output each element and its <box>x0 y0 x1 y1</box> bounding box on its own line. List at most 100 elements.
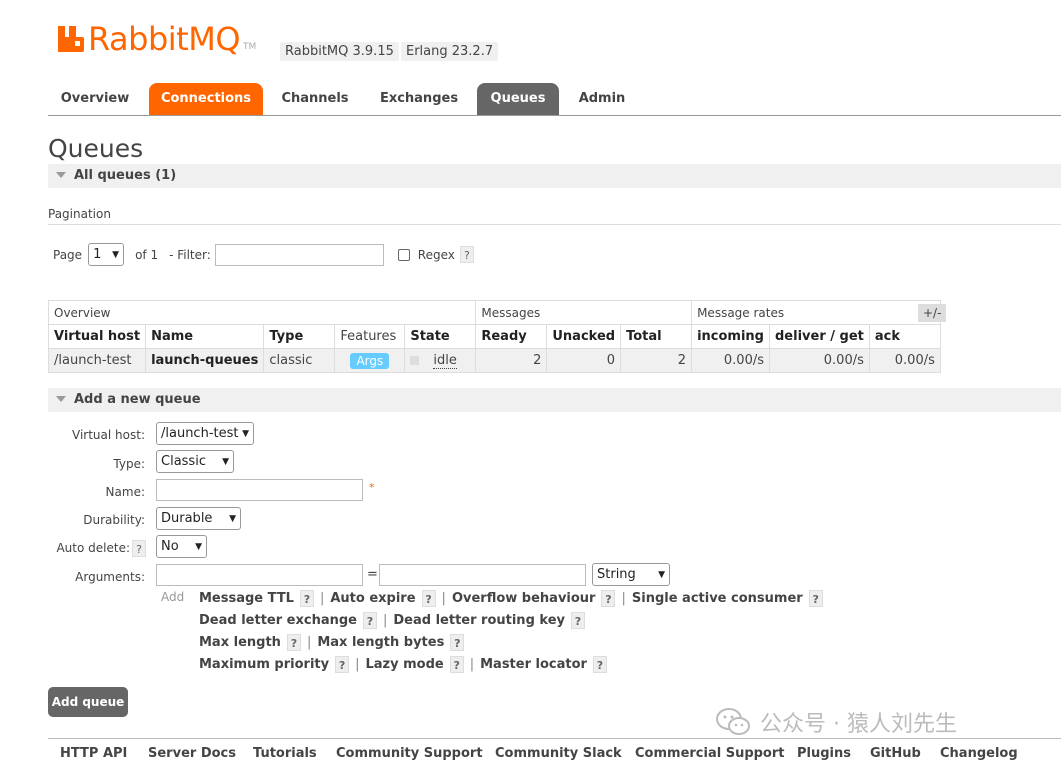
cell-state: idle <box>433 353 457 369</box>
durability-select[interactable]: Durable ▼ <box>156 507 241 530</box>
regex-checkbox[interactable] <box>397 248 410 261</box>
argument-type-select[interactable]: String ▼ <box>592 563 670 586</box>
help-icon[interactable]: ? <box>601 590 616 607</box>
arg-auto-expire[interactable]: Auto expire <box>330 591 415 606</box>
tab-connections[interactable]: Connections <box>149 83 263 115</box>
all-queues-label: All queues (1) <box>74 168 177 183</box>
cell-unacked: 0 <box>546 348 622 373</box>
logo-trademark: TM <box>243 42 257 52</box>
auto-delete-label: Auto delete: <box>56 541 130 555</box>
help-icon[interactable]: ? <box>286 634 301 651</box>
add-queue-toggle[interactable]: Add a new queue <box>48 388 1061 412</box>
queue-name-link[interactable]: launch-queues <box>145 348 265 373</box>
footer-link-community-support[interactable]: Community Support <box>336 746 483 761</box>
arg-message-ttl[interactable]: Message TTL <box>199 591 294 606</box>
argument-type-value: String <box>597 567 636 582</box>
tab-queues[interactable]: Queues <box>477 83 559 115</box>
vhost-label: Virtual host: <box>72 428 145 442</box>
arg-single-active-consumer[interactable]: Single active consumer <box>632 591 803 606</box>
col-state[interactable]: State <box>404 324 477 349</box>
footer-link-changelog[interactable]: Changelog <box>940 746 1018 761</box>
chevron-down-icon: ▼ <box>112 249 120 260</box>
arg-lazy-mode[interactable]: Lazy mode <box>365 657 443 672</box>
arg-max-length-bytes[interactable]: Max length bytes <box>317 635 444 650</box>
chevron-down-icon: ▼ <box>229 513 236 524</box>
help-icon[interactable]: ? <box>421 590 436 607</box>
help-icon[interactable]: ? <box>299 590 314 607</box>
arg-dead-letter-exchange[interactable]: Dead letter exchange <box>199 613 357 628</box>
regex-help-icon[interactable]: ? <box>459 246 474 263</box>
cell-ack: 0.00/s <box>868 348 941 373</box>
durability-select-value: Durable <box>161 511 213 526</box>
tab-overview[interactable]: Overview <box>48 83 142 115</box>
col-ready[interactable]: Ready <box>475 324 548 349</box>
arg-overflow-behaviour[interactable]: Overflow behaviour <box>452 591 596 606</box>
help-icon[interactable]: ? <box>335 656 350 673</box>
durability-label: Durability: <box>83 513 145 527</box>
help-icon[interactable]: ? <box>449 656 464 673</box>
argument-key-input[interactable] <box>156 564 363 586</box>
separator: | <box>441 591 446 606</box>
tab-exchanges[interactable]: Exchanges <box>366 83 472 115</box>
argument-value-input[interactable] <box>379 564 586 586</box>
argument-shortcuts-row-1: Message TTL? | Auto expire? | Overflow beh… <box>199 590 823 607</box>
separator: | <box>306 635 312 650</box>
chevron-down-icon: ▼ <box>222 456 229 467</box>
separator: | <box>355 657 360 672</box>
erlang-version: Erlang 23.2.7 <box>401 42 499 61</box>
footer-link-http-api[interactable]: HTTP API <box>60 746 127 761</box>
col-name[interactable]: Name <box>145 324 265 349</box>
group-message-rates: Message rates <box>691 300 941 325</box>
vhost-select-value: /launch-test <box>161 426 239 441</box>
footer-link-commercial-support[interactable]: Commercial Support <box>635 746 785 761</box>
logo-text: RabbitMQ <box>88 20 241 58</box>
arguments-label: Arguments: <box>75 570 145 584</box>
columns-toggle-button[interactable]: +/- <box>918 304 947 322</box>
footer-link-github[interactable]: GitHub <box>870 746 921 761</box>
queue-name-input[interactable] <box>156 479 363 501</box>
filter-input[interactable] <box>214 243 384 266</box>
col-ack[interactable]: ack <box>868 324 941 349</box>
help-icon[interactable]: ? <box>362 612 377 629</box>
arg-master-locator[interactable]: Master locator <box>480 657 587 672</box>
all-queues-toggle[interactable]: All queues (1) <box>48 164 1061 188</box>
auto-delete-help-icon[interactable]: ? <box>132 540 146 557</box>
cell-incoming: 0.00/s <box>691 348 770 373</box>
help-icon[interactable]: ? <box>450 634 465 651</box>
page-select[interactable]: 1 ▼ <box>88 243 125 266</box>
help-icon[interactable]: ? <box>570 612 585 629</box>
arg-maximum-priority[interactable]: Maximum priority <box>199 657 329 672</box>
name-label: Name: <box>105 485 145 499</box>
vhost-select[interactable]: /launch-test ▼ <box>156 422 254 445</box>
pagination-label: Pagination <box>48 207 111 221</box>
col-type[interactable]: Type <box>263 324 336 349</box>
footer-link-community-slack[interactable]: Community Slack <box>495 746 622 761</box>
arg-max-length[interactable]: Max length <box>199 635 281 650</box>
filter-label: - Filter: <box>169 247 211 262</box>
tab-channels[interactable]: Channels <box>270 83 360 115</box>
tab-admin[interactable]: Admin <box>566 83 638 115</box>
col-total[interactable]: Total <box>620 324 693 349</box>
chevron-down-icon: ▼ <box>195 541 202 552</box>
auto-delete-select[interactable]: No ▼ <box>156 535 207 558</box>
col-deliver-get[interactable]: deliver / get <box>769 324 870 349</box>
col-unacked[interactable]: Unacked <box>546 324 622 349</box>
arg-dead-letter-routing-key[interactable]: Dead letter routing key <box>393 613 565 628</box>
col-incoming[interactable]: incoming <box>691 324 770 349</box>
type-select[interactable]: Classic ▼ <box>156 450 234 473</box>
footer-link-server-docs[interactable]: Server Docs <box>148 746 236 761</box>
rabbitmq-logo: RabbitMQ TM <box>58 22 256 56</box>
help-icon[interactable]: ? <box>808 590 823 607</box>
args-badge[interactable]: Args <box>350 352 390 369</box>
col-virtual-host[interactable]: Virtual host <box>47 324 147 349</box>
equals-sign: = <box>367 567 378 582</box>
add-argument-label: Add <box>161 590 185 604</box>
footer-link-tutorials[interactable]: Tutorials <box>253 746 317 761</box>
chevron-down-icon: ▼ <box>242 428 249 439</box>
footer-link-plugins[interactable]: Plugins <box>797 746 851 761</box>
add-queue-section-label: Add a new queue <box>74 392 201 407</box>
help-icon[interactable]: ? <box>592 656 607 673</box>
add-queue-button[interactable]: Add queue <box>48 687 128 717</box>
collapse-triangle-icon <box>56 171 66 178</box>
separator: | <box>319 591 325 606</box>
